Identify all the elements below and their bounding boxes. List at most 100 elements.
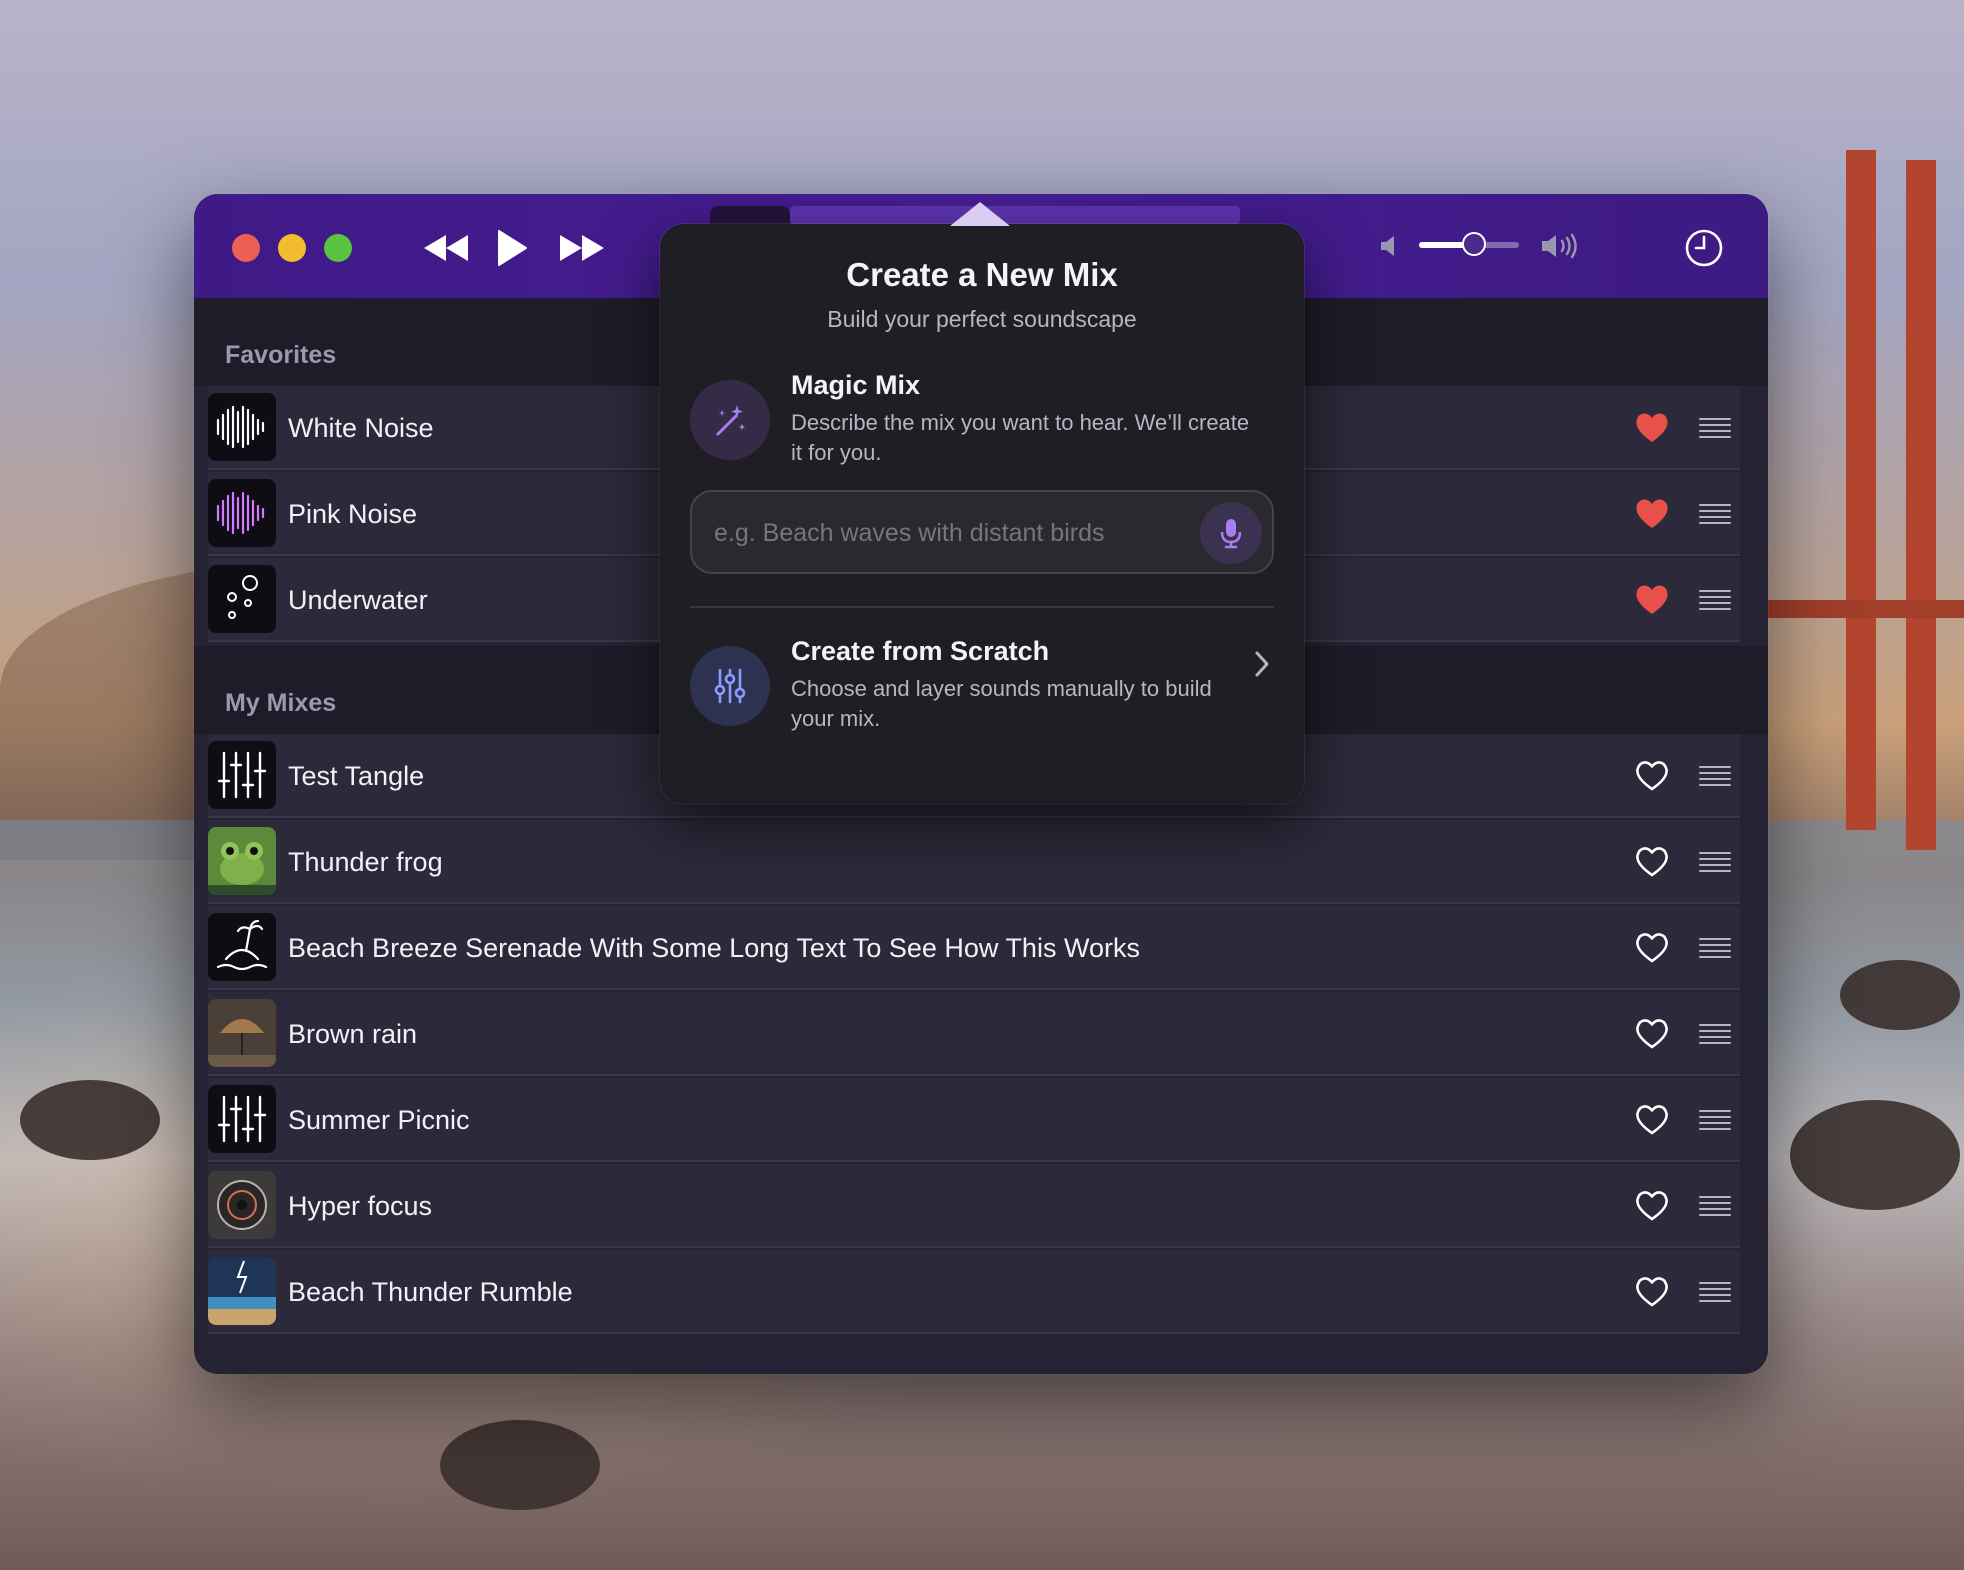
voice-input-button[interactable]	[1200, 502, 1262, 564]
drag-handle[interactable]	[1698, 1022, 1732, 1044]
heart-icon	[1636, 1191, 1668, 1221]
beach-storm-artwork	[208, 1257, 276, 1325]
drag-handle[interactable]	[1698, 936, 1732, 958]
drag-handle[interactable]	[1698, 588, 1732, 610]
mix-row-title: Brown rain	[288, 1019, 418, 1049]
close-window-button[interactable]	[232, 234, 260, 262]
volume-high-icon	[1542, 233, 1577, 259]
magic-mix-prompt-field[interactable]	[690, 490, 1274, 574]
drag-handle-icon	[1699, 1282, 1731, 1302]
mix-row-title: Beach Thunder Rumble	[288, 1277, 573, 1307]
volume-slider-knob[interactable]	[1462, 232, 1486, 256]
heart-icon	[1636, 761, 1668, 791]
heart-icon	[1636, 585, 1668, 614]
vortex-artwork	[208, 1171, 276, 1239]
volume-low-icon	[1381, 236, 1394, 256]
popover-divider	[690, 606, 1274, 608]
drag-handle[interactable]	[1698, 850, 1732, 872]
wallpaper-rock	[1790, 1100, 1960, 1210]
mix-row-title: White Noise	[288, 413, 434, 443]
drag-handle[interactable]	[1698, 764, 1732, 786]
minimize-window-button[interactable]	[278, 234, 306, 262]
favorite-toggle-button[interactable]	[1634, 496, 1670, 530]
play-button[interactable]	[492, 224, 532, 272]
favorite-toggle-button[interactable]	[1634, 582, 1670, 616]
favorite-toggle-button[interactable]	[1634, 1274, 1670, 1308]
create-from-scratch-title: Create from Scratch	[791, 636, 1050, 666]
clock-icon	[1685, 229, 1723, 267]
mix-row-title: Beach Breeze Serenade With Some Long Tex…	[288, 933, 1140, 963]
history-button[interactable]	[1678, 224, 1730, 272]
mix-row[interactable]: Summer Picnic	[208, 1078, 1740, 1162]
mix-row-title: Thunder frog	[288, 847, 443, 877]
volume-slider[interactable]	[1419, 232, 1519, 256]
wallpaper-rock	[440, 1420, 600, 1510]
mix-row[interactable]: Hyper focus	[208, 1164, 1740, 1248]
create-from-scratch-description: Choose and layer sounds manually to buil…	[791, 676, 1212, 731]
favorite-toggle-button[interactable]	[1634, 410, 1670, 444]
sliders-icon	[208, 1085, 276, 1153]
favorite-toggle-button[interactable]	[1634, 1188, 1670, 1222]
drag-handle-icon	[1699, 938, 1731, 958]
drag-handle-icon	[1699, 1024, 1731, 1044]
bubbles-icon	[208, 565, 276, 633]
mix-row-title: Pink Noise	[288, 499, 418, 529]
now-playing-bar[interactable]	[790, 206, 1240, 224]
create-from-scratch-icon-badge	[690, 646, 770, 726]
favorite-toggle-button[interactable]	[1634, 1102, 1670, 1136]
play-icon	[498, 230, 527, 266]
heart-icon	[1636, 1105, 1668, 1135]
mix-row[interactable]: Brown rain	[208, 992, 1740, 1076]
favorite-toggle-button[interactable]	[1634, 1016, 1670, 1050]
frog-artwork	[208, 827, 276, 895]
magic-mix-title: Magic Mix	[791, 370, 921, 400]
magic-mix-icon-badge	[690, 380, 770, 460]
heart-icon	[1636, 413, 1668, 442]
magic-wand-icon	[716, 405, 745, 436]
magic-mix-prompt-input[interactable]	[712, 506, 1176, 560]
drag-handle[interactable]	[1698, 1108, 1732, 1130]
favorite-toggle-button[interactable]	[1634, 844, 1670, 878]
umbrella-rain-artwork	[208, 999, 276, 1067]
popover-arrow	[950, 202, 1010, 226]
heart-icon	[1636, 1277, 1668, 1307]
create-mix-popover: Create a New Mix Build your perfect soun…	[660, 202, 1304, 804]
favorite-toggle-button[interactable]	[1634, 930, 1670, 964]
drag-handle-icon	[1699, 852, 1731, 872]
sliders-icon	[714, 668, 746, 704]
mix-row[interactable]: Beach Thunder Rumble	[208, 1250, 1740, 1334]
fast-forward-button[interactable]	[552, 224, 612, 272]
mix-row-title: Test Tangle	[288, 761, 425, 791]
island-icon	[208, 913, 276, 981]
magic-mix-description: Describe the mix you want to hear. We’ll…	[791, 410, 1250, 465]
mix-row-title: Underwater	[288, 585, 428, 615]
wallpaper-rock	[1840, 960, 1960, 1030]
drag-handle[interactable]	[1698, 1280, 1732, 1302]
drag-handle-icon	[1699, 1196, 1731, 1216]
waveform-pink-icon	[208, 479, 276, 547]
drag-handle[interactable]	[1698, 1194, 1732, 1216]
drag-handle-icon	[1699, 590, 1731, 610]
microphone-icon	[1220, 519, 1242, 549]
drag-handle-icon	[1699, 1110, 1731, 1130]
heart-icon	[1636, 499, 1668, 528]
chevron-right-icon	[1255, 651, 1269, 677]
wallpaper-bridge-tower	[1906, 160, 1936, 850]
popover-subtitle: Build your perfect soundscape	[827, 306, 1137, 332]
wallpaper-bridge-deck	[1768, 600, 1964, 618]
wallpaper-rock	[20, 1080, 160, 1160]
mix-row[interactable]: Beach Breeze Serenade With Some Long Tex…	[208, 906, 1740, 990]
waveform-white-icon	[208, 393, 276, 461]
drag-handle-icon	[1699, 504, 1731, 524]
rewind-button[interactable]	[416, 224, 476, 272]
heart-icon	[1636, 933, 1668, 963]
favorite-toggle-button[interactable]	[1634, 758, 1670, 792]
drag-handle[interactable]	[1698, 416, 1732, 438]
mix-row[interactable]: Thunder frog	[208, 820, 1740, 904]
drag-handle[interactable]	[1698, 502, 1732, 524]
drag-handle-icon	[1699, 766, 1731, 786]
fast-forward-icon	[560, 235, 604, 261]
mix-row-title: Summer Picnic	[288, 1105, 470, 1135]
zoom-window-button[interactable]	[324, 234, 352, 262]
sliders-icon	[208, 741, 276, 809]
